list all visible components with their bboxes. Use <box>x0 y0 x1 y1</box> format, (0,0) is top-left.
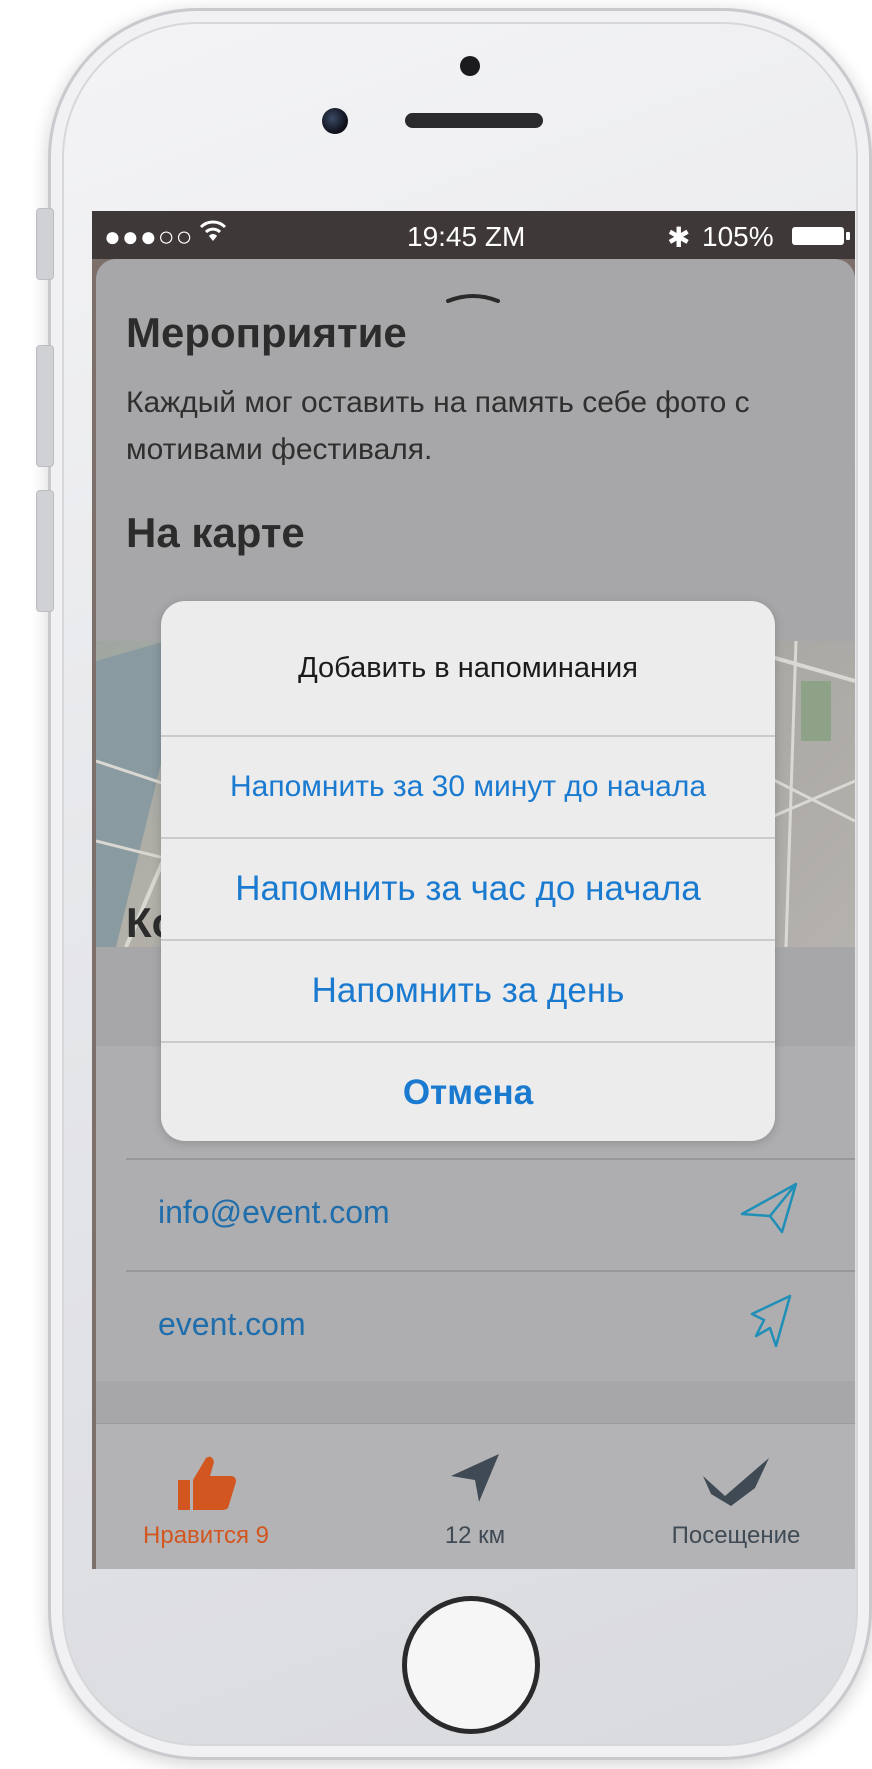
home-button[interactable] <box>402 1596 540 1734</box>
bluetooth-icon: ✱ <box>667 222 691 253</box>
mute-switch <box>36 208 54 280</box>
remind-1-day-button[interactable]: Напомнить за день <box>161 939 775 1041</box>
bottom-tab-bar: Нравится 9 12 км Посещение <box>96 1423 855 1569</box>
thumbs-up-icon <box>178 1456 236 1510</box>
reminder-alert-dialog: Добавить в напоминания Напомнить за 30 м… <box>161 601 775 1141</box>
sheet-handle-icon[interactable] <box>446 293 500 303</box>
remind-30-min-button[interactable]: Напомнить за 30 минут до начала <box>161 735 775 837</box>
signal-strength: ●●●○○ <box>104 221 194 252</box>
battery-icon <box>792 227 850 245</box>
volume-down-button <box>36 490 54 612</box>
alert-title: Добавить в напоминания <box>298 652 638 684</box>
front-camera <box>322 108 348 134</box>
contact-website-text[interactable]: event.com <box>158 1306 306 1343</box>
clock: 19:45 ZM <box>407 221 526 252</box>
tab-visit[interactable]: Посещение <box>636 1424 836 1569</box>
event-description: Каждый мог оставить на память себе фото … <box>126 386 750 466</box>
proximity-sensor <box>460 56 480 76</box>
contact-row-website[interactable]: event.com <box>126 1270 855 1384</box>
remind-1-hour-button[interactable]: Напомнить за час до начала <box>161 837 775 939</box>
status-bar: ●●●○○ 19:45 ZM ✱ 105% <box>92 211 855 259</box>
likes-label: Нравится 9 <box>143 1522 269 1549</box>
cursor-arrow-icon[interactable] <box>750 1292 800 1352</box>
wifi-icon <box>198 217 228 252</box>
battery-percent: 105% <box>702 221 774 252</box>
tab-distance[interactable]: 12 км <box>375 1424 575 1569</box>
contact-row-email[interactable]: info@event.com <box>126 1158 855 1272</box>
tab-likes[interactable]: Нравится 9 <box>106 1424 306 1569</box>
volume-up-button <box>36 345 54 467</box>
visit-label: Посещение <box>671 1522 801 1549</box>
distance-label: 12 км <box>444 1522 506 1549</box>
send-icon[interactable] <box>740 1180 800 1236</box>
cancel-button[interactable]: Отмена <box>161 1041 775 1141</box>
event-section-title: Мероприятие <box>126 309 407 356</box>
earpiece-speaker <box>405 113 543 128</box>
contact-email-text[interactable]: info@event.com <box>158 1194 390 1231</box>
location-arrow-icon <box>451 1454 499 1502</box>
checkmark-icon <box>703 1458 769 1506</box>
map-section-title: На карте <box>126 509 305 556</box>
